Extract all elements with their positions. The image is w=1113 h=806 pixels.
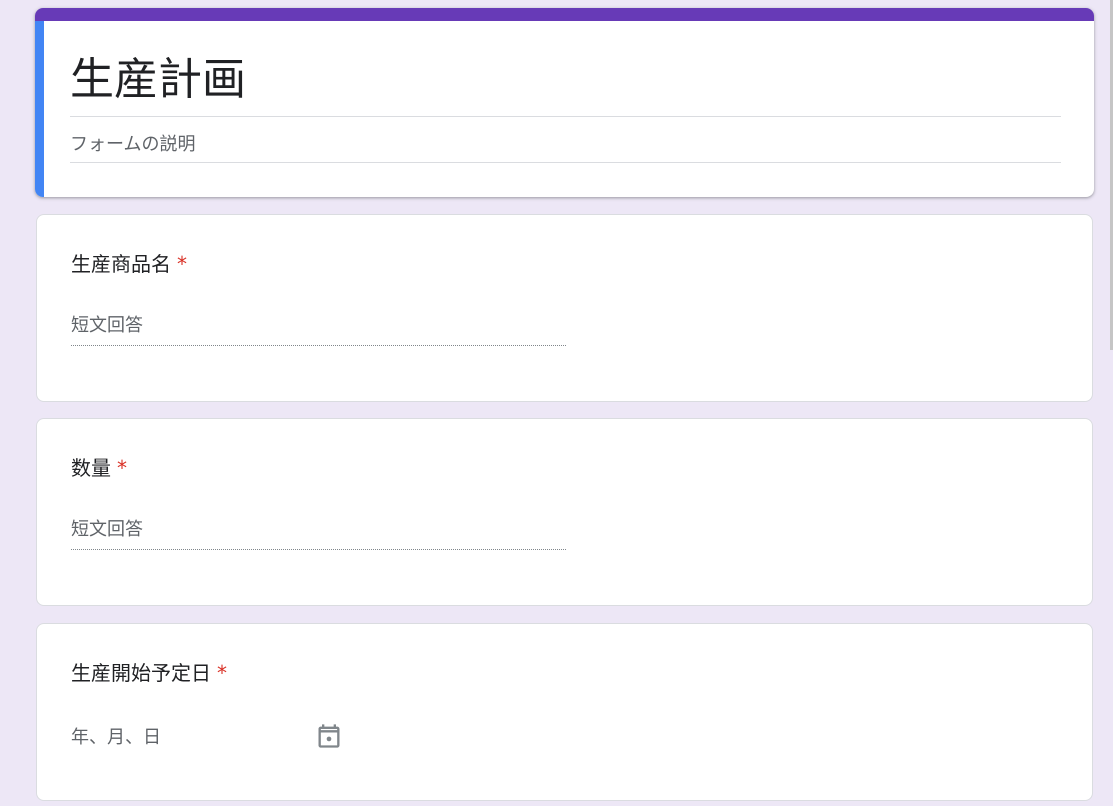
question-title-text: 数量 — [71, 456, 111, 480]
form-page: 生産計画 フォームの説明 生産商品名 * 短文回答 数量 * 短文回答 生産開始予定… — [0, 0, 1113, 806]
question-title: 生産商品名 * — [71, 250, 187, 278]
form-description-field[interactable]: フォームの説明 — [70, 128, 1061, 163]
question-card-start-date: 生産開始予定日 * 年、月、日 — [36, 623, 1093, 801]
active-card-indicator — [35, 21, 44, 197]
required-asterisk: * — [117, 456, 127, 480]
short-answer-input[interactable]: 短文回答 — [71, 312, 566, 346]
required-asterisk: * — [217, 661, 227, 685]
question-title: 数量 * — [71, 454, 127, 482]
short-answer-input[interactable]: 短文回答 — [71, 516, 566, 550]
header-accent-bar — [35, 8, 1094, 21]
question-card-quantity: 数量 * 短文回答 — [36, 418, 1093, 606]
question-title-text: 生産開始予定日 — [71, 661, 211, 685]
date-input[interactable]: 年、月、日 — [71, 720, 346, 756]
form-header-card: 生産計画 フォームの説明 — [35, 8, 1094, 197]
required-asterisk: * — [177, 252, 187, 276]
form-title[interactable]: 生産計画 — [70, 52, 1061, 117]
question-card-product-name: 生産商品名 * 短文回答 — [36, 214, 1093, 402]
question-title-text: 生産商品名 — [71, 252, 171, 276]
question-title: 生産開始予定日 * — [71, 659, 227, 687]
calendar-icon[interactable] — [315, 722, 343, 750]
